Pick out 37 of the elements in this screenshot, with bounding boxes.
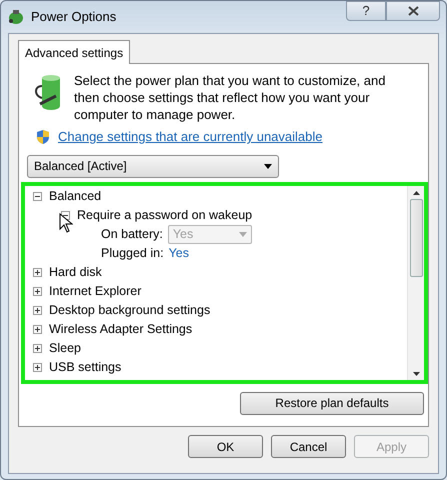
- close-icon: [408, 6, 418, 16]
- expand-icon[interactable]: [33, 344, 42, 352]
- window-title: Power Options: [31, 8, 116, 26]
- expand-icon[interactable]: [33, 306, 42, 314]
- expand-icon[interactable]: [33, 286, 42, 296]
- expand-icon[interactable]: [33, 268, 42, 276]
- restore-defaults-button[interactable]: Restore plan defaults: [240, 392, 424, 414]
- dropdown-arrow-icon: [238, 232, 247, 236]
- power-options-icon: [7, 9, 25, 25]
- tree-item-label[interactable]: Sleep: [49, 338, 81, 358]
- expand-icon[interactable]: [33, 362, 42, 372]
- mouse-cursor-icon: [59, 212, 73, 232]
- plan-dropdown[interactable]: Balanced [Active]: [27, 154, 279, 178]
- setting-label: On battery:: [101, 226, 163, 243]
- dropdown-arrow-icon: [264, 164, 272, 168]
- tree-item-label[interactable]: Wireless Adapter Settings: [49, 320, 192, 338]
- close-button[interactable]: [386, 1, 440, 21]
- tree-item-label[interactable]: USB settings: [49, 358, 122, 376]
- tree-item-label[interactable]: Balanced: [49, 186, 102, 206]
- scroll-down-icon[interactable]: [412, 372, 420, 376]
- help-button[interactable]: ?: [346, 1, 386, 21]
- change-settings-link[interactable]: Change settings that are currently unavailable: [58, 127, 322, 146]
- tab[interactable]: Advanced settings: [18, 40, 130, 64]
- shield-icon: [36, 128, 50, 145]
- dialog-button[interactable]: OK: [188, 435, 263, 458]
- setting-value-link[interactable]: Yes: [168, 244, 189, 262]
- collapse-icon[interactable]: [33, 192, 42, 200]
- tree-item-label[interactable]: Require a password on wakeup: [77, 206, 252, 224]
- scroll-thumb[interactable]: [410, 198, 422, 276]
- tree-item-label[interactable]: Desktop background settings: [49, 300, 210, 320]
- dialog-button[interactable]: Cancel: [271, 435, 346, 458]
- setting-label: Plugged in:: [101, 244, 164, 262]
- scroll-up-icon[interactable]: [412, 190, 420, 194]
- tree-item-label[interactable]: Hard disk: [49, 262, 102, 282]
- tree-item-label[interactable]: Internet Explorer: [49, 282, 142, 300]
- expand-icon[interactable]: [33, 324, 42, 334]
- intro-text: Select the power plan that you want to customize, and then choose settings that reflect how you want your computer to manage power.: [74, 72, 386, 123]
